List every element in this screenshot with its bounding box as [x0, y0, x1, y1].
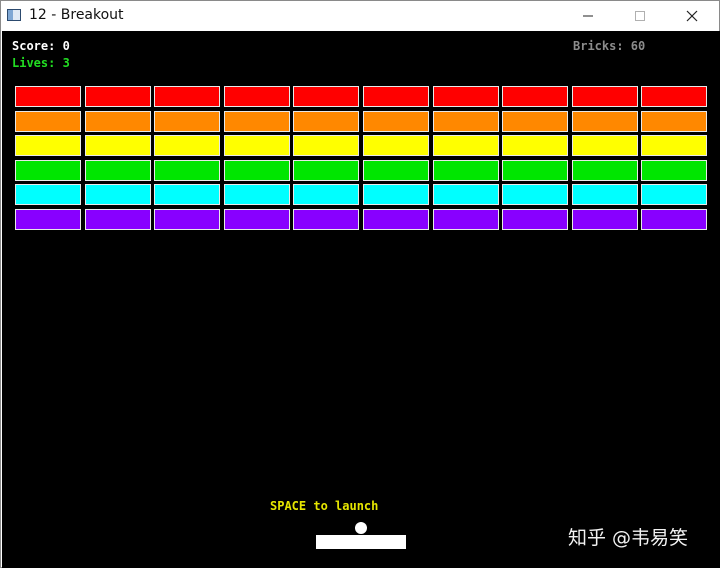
brick [363, 86, 429, 107]
brick [432, 135, 499, 156]
brick [293, 135, 360, 156]
brick [641, 208, 708, 230]
brick [502, 208, 569, 230]
ball [355, 522, 367, 534]
brick [154, 184, 221, 205]
brick [293, 110, 360, 132]
brick [571, 184, 638, 205]
brick [84, 208, 151, 230]
brick [84, 135, 151, 156]
brick [502, 86, 569, 107]
brick [15, 135, 81, 156]
brick [363, 135, 429, 156]
brick [15, 86, 81, 107]
close-icon [686, 10, 698, 22]
watermark: 知乎 @韦易笑 [568, 527, 689, 549]
brick [502, 135, 569, 156]
brick [641, 159, 708, 181]
brick [432, 86, 499, 107]
brick [84, 86, 151, 107]
brick [571, 110, 638, 132]
brick [363, 159, 429, 181]
brick [223, 184, 290, 205]
brick [363, 184, 429, 205]
brick [293, 208, 360, 230]
brick [571, 208, 638, 230]
window-title: 12 - Breakout [29, 7, 124, 23]
brick [571, 135, 638, 156]
brick [641, 135, 708, 156]
brick [154, 86, 221, 107]
brick [15, 110, 81, 132]
brick [84, 110, 151, 132]
close-button[interactable] [669, 1, 715, 31]
brick [432, 184, 499, 205]
app-window-icon [7, 9, 21, 21]
brick [293, 184, 360, 205]
game-canvas[interactable]: Score: 0 Lives: 3 Bricks: 60 SPACE to la… [2, 31, 720, 568]
minimize-button[interactable] [565, 1, 611, 31]
launch-hint: SPACE to launch [270, 499, 379, 513]
brick-wall [2, 31, 720, 568]
brick [84, 159, 151, 181]
brick [223, 110, 290, 132]
brick [84, 184, 151, 205]
brick [502, 159, 569, 181]
brick [432, 110, 499, 132]
brick [223, 208, 290, 230]
brick [641, 184, 708, 205]
maximize-icon [635, 11, 645, 21]
brick [363, 110, 429, 132]
brick [154, 159, 221, 181]
minimize-icon [583, 15, 593, 17]
brick [154, 208, 221, 230]
brick [571, 86, 638, 107]
brick [432, 208, 499, 230]
brick [15, 208, 81, 230]
brick [15, 159, 81, 181]
brick [641, 110, 708, 132]
brick [432, 159, 499, 181]
brick [502, 184, 569, 205]
brick [223, 135, 290, 156]
brick [293, 159, 360, 181]
paddle[interactable] [316, 535, 406, 549]
brick [571, 159, 638, 181]
maximize-button[interactable] [617, 1, 663, 31]
brick [154, 135, 221, 156]
brick [223, 159, 290, 181]
brick [154, 110, 221, 132]
title-bar[interactable]: 12 - Breakout [1, 1, 719, 31]
brick [363, 208, 429, 230]
brick [641, 86, 708, 107]
brick [502, 110, 569, 132]
brick [223, 86, 290, 107]
game-window: 12 - Breakout Score: 0 Lives: 3 Bricks: … [0, 0, 720, 568]
brick [293, 86, 360, 107]
brick [15, 184, 81, 205]
